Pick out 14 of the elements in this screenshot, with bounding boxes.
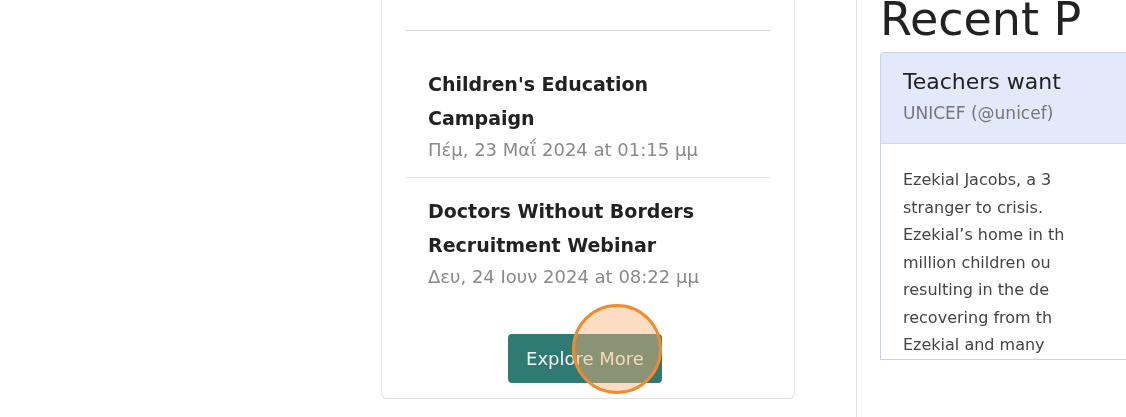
section-heading: Recent P (880, 0, 1083, 42)
post-text-line: stranger to crisis. (903, 196, 1044, 219)
event-title[interactable]: Doctors Without Borders Recruitment Webinar (428, 194, 748, 262)
post-text-line: million children ou (903, 251, 1052, 274)
post-text-line: Ezekial’s home in th (903, 224, 1066, 246)
post-text-line: resulting in the de (903, 279, 1051, 301)
event-title[interactable]: Children's Education Campaign (428, 67, 748, 135)
post-author: UNICEF (@unicef) (903, 102, 1055, 125)
post-text-line: Ezekial Jacobs, a 3 (903, 169, 1053, 191)
post-text-line: recovering from th (903, 306, 1054, 329)
event-date: Δευ, 24 Ιουν 2024 at 08:22 μμ (428, 265, 700, 289)
event-date: Πέμ, 23 Μαΐ 2024 at 01:15 μμ (428, 137, 699, 162)
post-text-line: Ezekial and many (903, 334, 1046, 356)
post-title[interactable]: Teachers want (903, 67, 1104, 97)
